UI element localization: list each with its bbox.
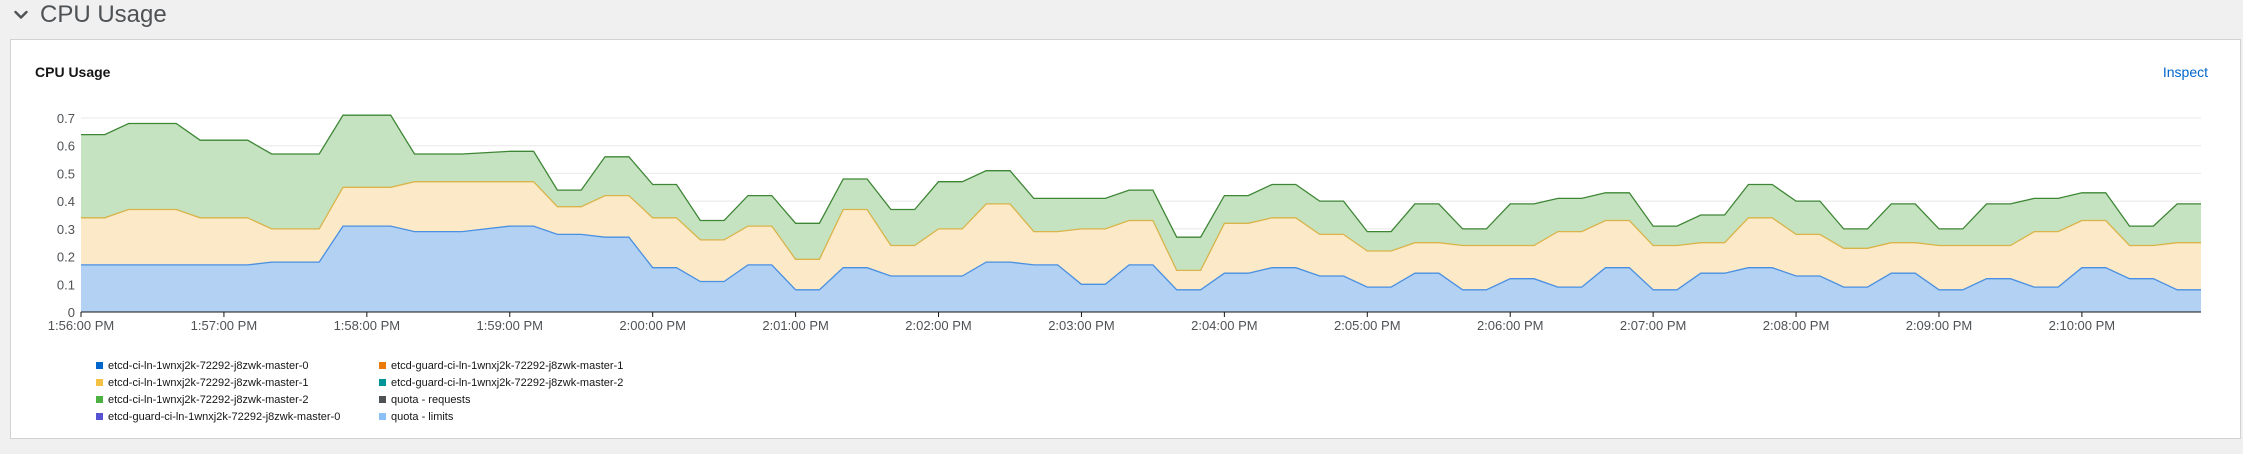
legend-swatch	[96, 379, 103, 386]
x-tick-label: 2:10:00 PM	[2049, 318, 2116, 333]
x-tick-label: 2:08:00 PM	[1763, 318, 1830, 333]
x-tick-label: 2:05:00 PM	[1334, 318, 1401, 333]
chart-legend: etcd-ci-ln-1wnxj2k-72292-j8zwk-master-0 e…	[96, 358, 796, 424]
legend-item[interactable]: etcd-ci-ln-1wnxj2k-72292-j8zwk-master-2	[96, 392, 379, 407]
x-tick-label: 2:09:00 PM	[1906, 318, 1973, 333]
y-tick-label: 0.7	[57, 111, 75, 126]
legend-swatch	[379, 396, 386, 403]
legend-label: quota - limits	[391, 410, 454, 423]
y-tick-label: 0.5	[57, 166, 75, 181]
legend-label: etcd-guard-ci-ln-1wnxj2k-72292-j8zwk-mas…	[391, 359, 624, 372]
stacked-areas	[81, 114, 2201, 312]
legend-item[interactable]: etcd-guard-ci-ln-1wnxj2k-72292-j8zwk-mas…	[96, 409, 379, 424]
y-tick-label: 0.1	[57, 277, 75, 292]
legend-item[interactable]: etcd-guard-ci-ln-1wnxj2k-72292-j8zwk-mas…	[379, 358, 679, 373]
legend-label: quota - requests	[391, 393, 471, 406]
y-tick-label: 0.2	[57, 250, 75, 265]
x-tick-label: 1:59:00 PM	[477, 318, 544, 333]
cpu-usage-chart: 00.10.20.30.40.50.60.71:56:00 PM 1:57:00 …	[48, 111, 2201, 333]
legend-label: etcd-ci-ln-1wnxj2k-72292-j8zwk-master-0	[108, 359, 309, 372]
x-tick-label: 2:07:00 PM	[1620, 318, 1687, 333]
x-tick-label: 2:04:00 PM	[1191, 318, 1258, 333]
legend-swatch	[96, 362, 103, 369]
x-tick-label: 2:03:00 PM	[1048, 318, 1115, 333]
legend-swatch	[96, 413, 103, 420]
legend-item[interactable]: etcd-ci-ln-1wnxj2k-72292-j8zwk-master-1	[96, 375, 379, 390]
x-tick-label: 1:56:00 PM	[48, 318, 115, 333]
x-tick-label: 2:06:00 PM	[1477, 318, 1544, 333]
y-tick-label: 0.6	[57, 139, 75, 154]
legend-item[interactable]: quota - requests	[379, 392, 679, 407]
legend-item[interactable]: etcd-ci-ln-1wnxj2k-72292-j8zwk-master-0	[96, 358, 379, 373]
y-tick-label: 0.3	[57, 222, 75, 237]
x-tick-label: 2:01:00 PM	[762, 318, 829, 333]
chevron-down-icon[interactable]	[12, 6, 30, 24]
section-title: CPU Usage	[40, 1, 167, 28]
y-tick-label: 0.4	[57, 194, 75, 209]
legend-label: etcd-guard-ci-ln-1wnxj2k-72292-j8zwk-mas…	[391, 376, 624, 389]
legend-swatch	[379, 362, 386, 369]
legend-item[interactable]: etcd-guard-ci-ln-1wnxj2k-72292-j8zwk-mas…	[379, 375, 679, 390]
legend-label: etcd-guard-ci-ln-1wnxj2k-72292-j8zwk-mas…	[108, 410, 341, 423]
legend-label: etcd-ci-ln-1wnxj2k-72292-j8zwk-master-2	[108, 393, 309, 406]
section-header[interactable]: CPU Usage	[12, 0, 167, 30]
legend-item[interactable]: quota - limits	[379, 409, 679, 424]
legend-swatch	[96, 396, 103, 403]
legend-label: etcd-ci-ln-1wnxj2k-72292-j8zwk-master-1	[108, 376, 309, 389]
x-tick-label: 1:57:00 PM	[191, 318, 258, 333]
legend-swatch	[379, 379, 386, 386]
x-tick-label: 2:00:00 PM	[619, 318, 686, 333]
legend-swatch	[379, 413, 386, 420]
x-tick-label: 2:02:00 PM	[905, 318, 972, 333]
cpu-usage-card: CPU Usage Inspect 0 0.1 0.2 0.3 0.4 0.5 0.6 0.7…	[10, 39, 2241, 439]
x-tick-label: 1:58:00 PM	[334, 318, 401, 333]
